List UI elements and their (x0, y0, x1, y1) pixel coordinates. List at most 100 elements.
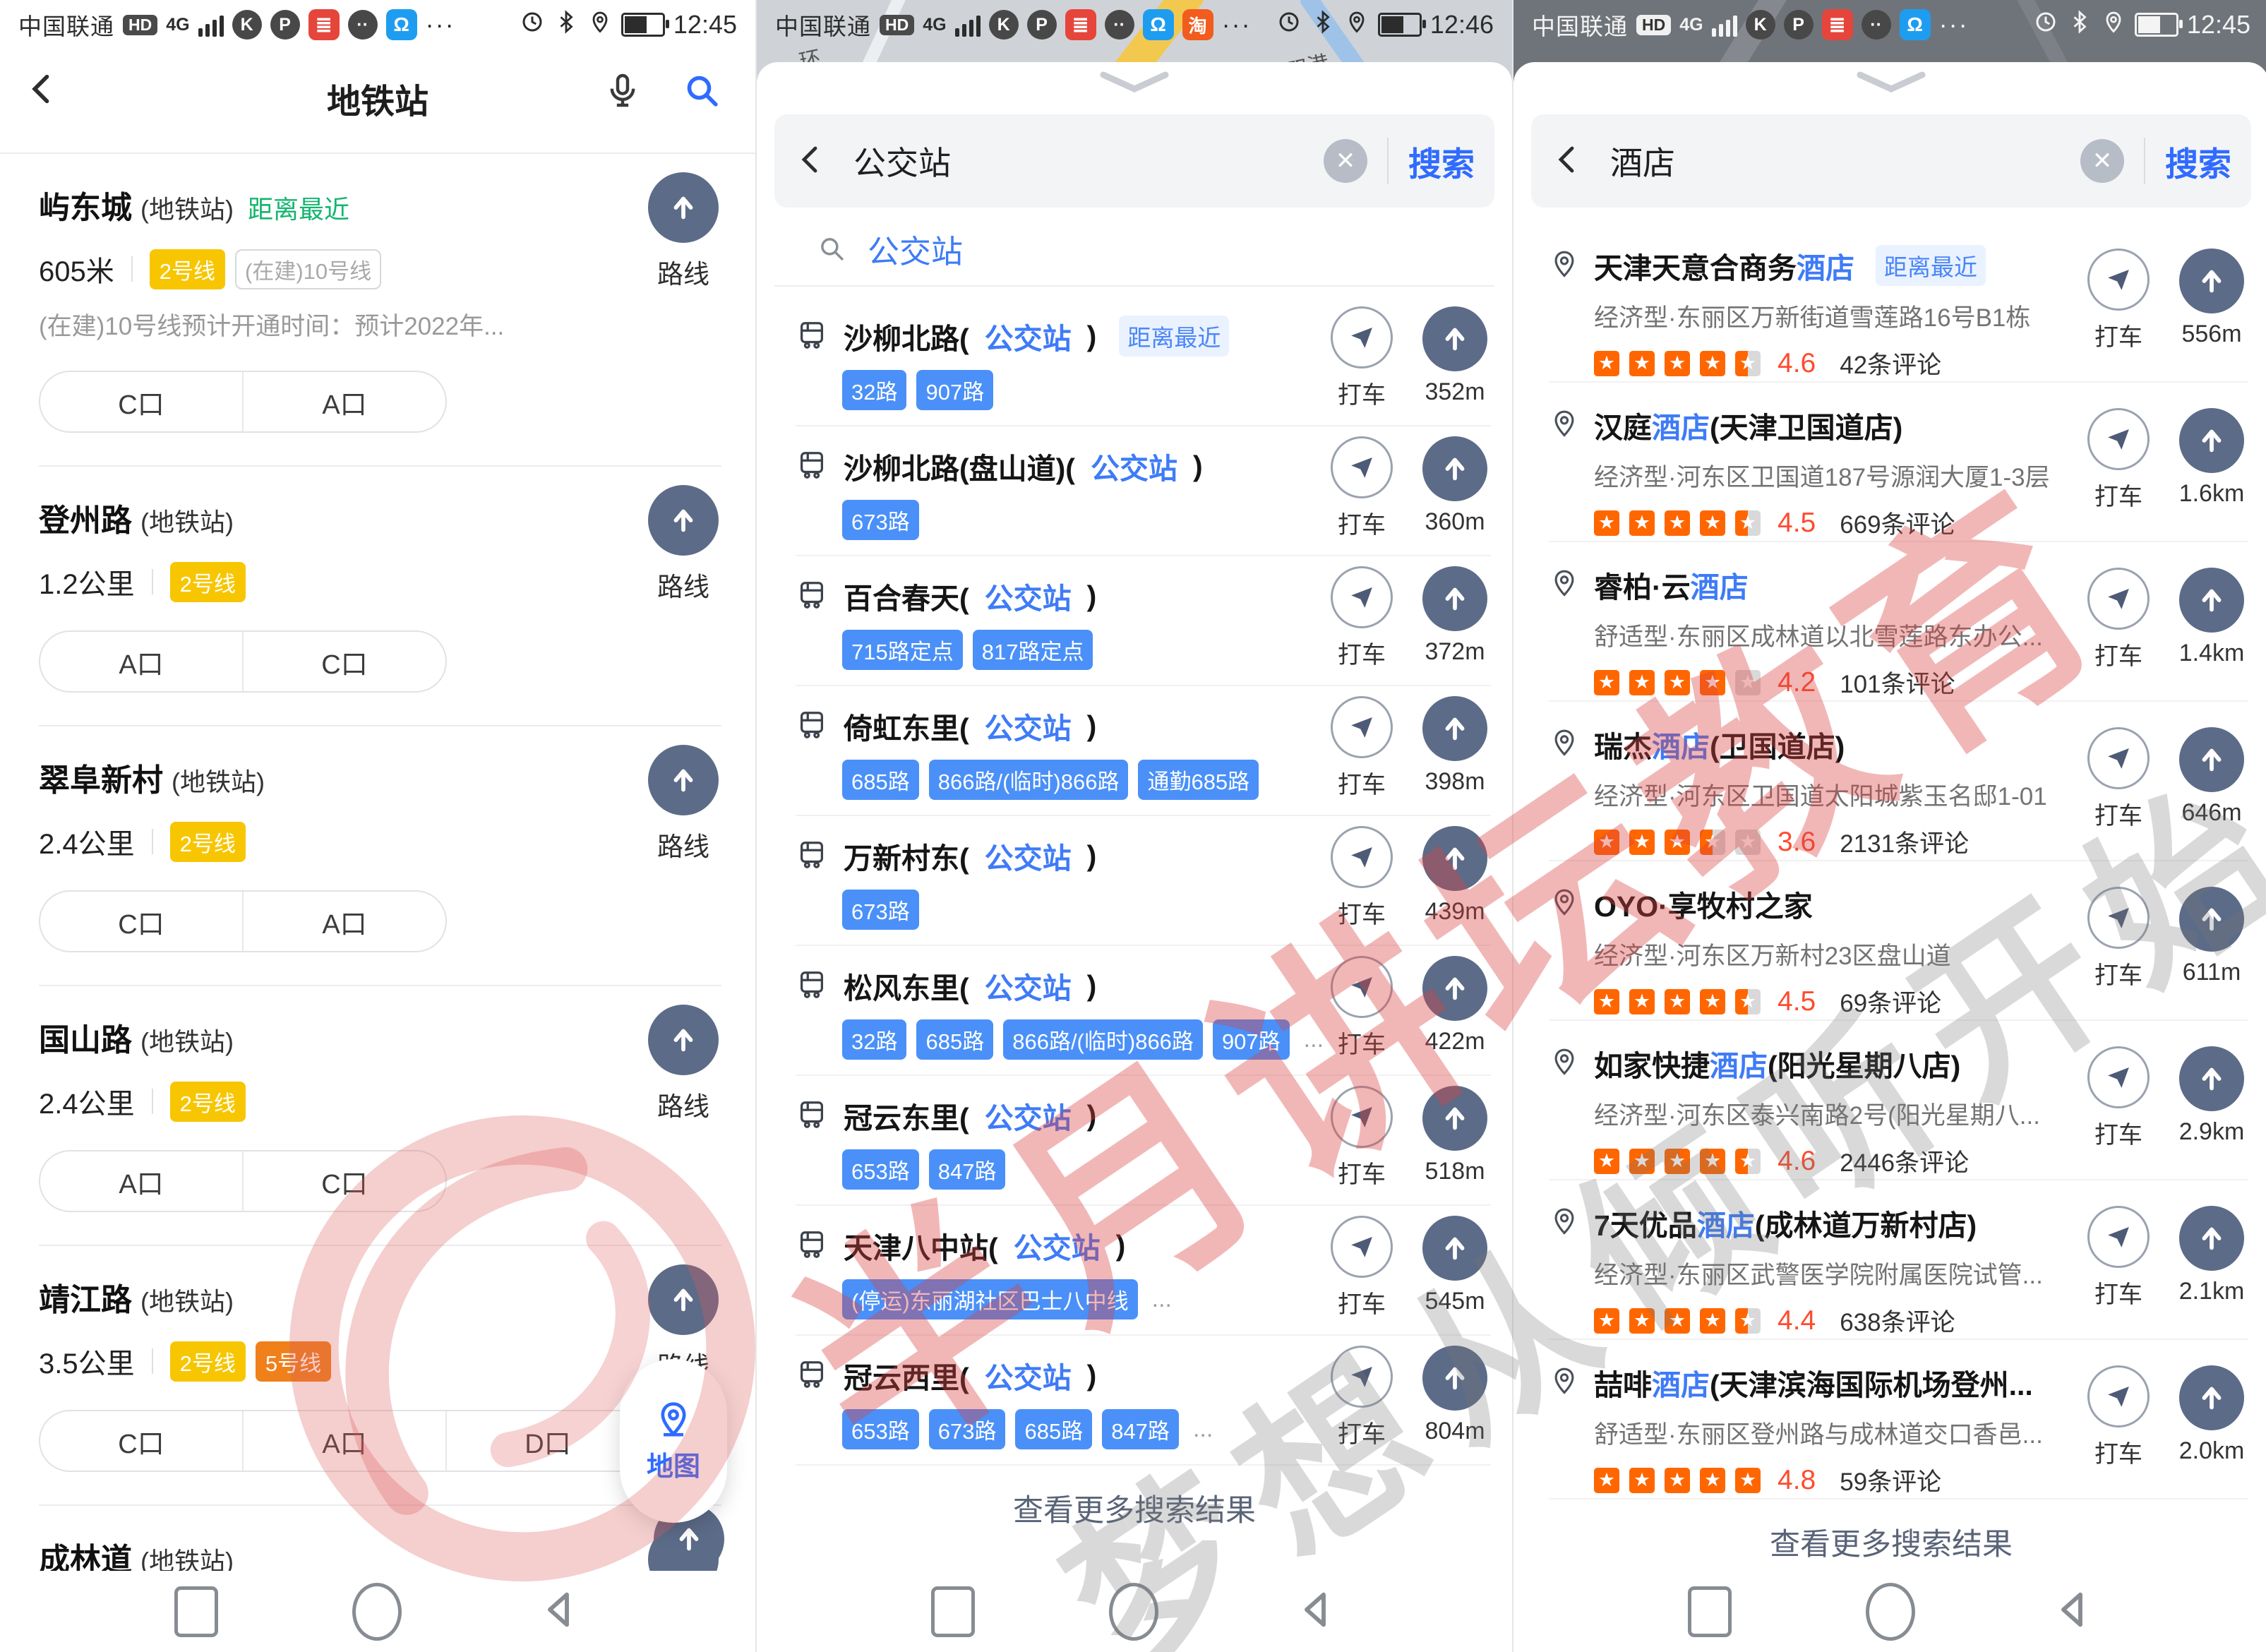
route-button[interactable]: 2.0km (2173, 1365, 2250, 1465)
route-button[interactable]: 422m (1416, 956, 1494, 1055)
exit-button[interactable]: A口 (242, 1411, 445, 1471)
home-button[interactable] (352, 1583, 402, 1641)
taxi-button[interactable]: 打车 (2080, 1206, 2157, 1310)
route-button[interactable]: 439m (1416, 826, 1494, 926)
taxi-button[interactable]: 打车 (2080, 727, 2157, 831)
taxi-button[interactable]: 打车 (2080, 408, 2157, 512)
clear-icon[interactable]: ✕ (1324, 139, 1367, 183)
hotel-list-item[interactable]: 汉庭酒店(天津卫国道店)经济型·河东区卫国道187号源润大厦1-3层★★★★★4… (1549, 383, 2248, 542)
back-nav-button[interactable] (1293, 1587, 1338, 1636)
route-button[interactable]: 611m (2173, 887, 2250, 986)
busstop-list-item[interactable]: 冠云西里(公交站)653路673路685路847路...打车804m (796, 1336, 1491, 1466)
taxi-button[interactable]: 打车 (2080, 568, 2157, 671)
hotel-list-item[interactable]: 喆啡酒店(天津滨海国际机场登州...舒适型·东丽区登州路与成林道交口香邑...★… (1549, 1340, 2248, 1500)
search-box[interactable]: 公交站 ✕ 搜索 (774, 114, 1494, 208)
route-button[interactable]: 518m (1416, 1086, 1494, 1185)
sheet-collapse-handle[interactable] (757, 62, 1512, 97)
bus-route-badge: 847路 (929, 1149, 1006, 1190)
exit-button[interactable]: C口 (242, 1151, 445, 1211)
taxi-button[interactable]: 打车 (1323, 566, 1401, 670)
busstop-list-item[interactable]: 沙柳北路(盘山道)(公交站)673路打车360m (796, 426, 1491, 556)
station-list-item[interactable]: 屿东城(地铁站)距离最近605米2号线(在建)10号线(在建)10号线预计开通时… (39, 154, 721, 467)
exit-button[interactable]: A口 (242, 372, 445, 431)
route-button[interactable]: 2.9km (2173, 1046, 2250, 1146)
exit-button[interactable]: C口 (242, 632, 445, 691)
route-button[interactable]: 路线 (641, 745, 726, 863)
route-button[interactable]: 556m (2173, 249, 2250, 348)
taxi-button[interactable]: 打车 (1323, 956, 1401, 1060)
route-button[interactable]: 1.4km (2173, 568, 2250, 667)
recents-button[interactable] (931, 1586, 975, 1637)
taxi-button[interactable]: 打车 (1323, 1086, 1401, 1190)
taxi-button[interactable]: 打车 (2080, 887, 2157, 990)
recents-button[interactable] (1688, 1586, 1732, 1637)
busstop-list-item[interactable]: 倚虹东里(公交站)685路866路/(临时)866路通勤685路打车398m (796, 686, 1491, 816)
station-list-item[interactable]: 靖江路(地铁站)3.5公里2号线5号线C口A口D口路线 (39, 1246, 721, 1506)
route-button[interactable]: 545m (1416, 1216, 1494, 1315)
station-distance: 3.5公里 (39, 1341, 135, 1382)
route-button[interactable]: 1.6km (2173, 408, 2250, 508)
hotel-list-item[interactable]: 如家快捷酒店(阳光星期八店)经济型·河东区泰兴南路2号(阳光星期八...★★★★… (1549, 1021, 2248, 1180)
taxi-button[interactable]: 打车 (2080, 1046, 2157, 1150)
route-button[interactable]: 804m (1416, 1346, 1494, 1445)
taxi-button[interactable]: 打车 (2080, 1365, 2157, 1469)
exit-button[interactable]: C口 (40, 372, 242, 431)
back-nav-button[interactable] (536, 1587, 581, 1636)
recents-button[interactable] (174, 1586, 218, 1637)
search-suggestion[interactable]: 公交站 (774, 212, 1494, 287)
station-list-item[interactable]: 登州路(地铁站)1.2公里2号线A口C口路线 (39, 467, 721, 726)
search-input[interactable]: 公交站 (853, 138, 1324, 184)
route-button[interactable]: 2.1km (2173, 1206, 2250, 1305)
hotel-list-item[interactable]: 7天优品酒店(成林道万新村店)经济型·东丽区武警医学院附属医院试管...★★★★… (1549, 1180, 2248, 1340)
exit-button[interactable]: A口 (242, 892, 445, 951)
busstop-list-item[interactable]: 百合春天(公交站)715路定点817路定点打车372m (796, 556, 1491, 686)
hotel-list-item[interactable]: 睿柏·云酒店舒适型·东丽区成林道以北雪莲路东办公...★★★★★4.2101条评… (1549, 542, 2248, 702)
station-list-item[interactable]: 翠阜新村(地铁站)2.4公里2号线C口A口路线 (39, 726, 721, 986)
busstop-list-item[interactable]: 万新村东(公交站)673路打车439m (796, 816, 1491, 946)
taxi-button[interactable]: 打车 (1323, 696, 1401, 800)
busstop-list-item[interactable]: 沙柳北路(公交站)距离最近32路907路打车352m (796, 297, 1491, 426)
route-button[interactable]: 398m (1416, 696, 1494, 796)
busstop-list-item[interactable]: 松风东里(公交站)32路685路866路/(临时)866路907路...打车42… (796, 946, 1491, 1076)
exit-button[interactable]: D口 (445, 1411, 649, 1471)
clear-icon[interactable]: ✕ (2080, 139, 2124, 183)
taxi-button[interactable]: 打车 (1323, 436, 1401, 540)
sheet-collapse-handle[interactable] (1513, 62, 2266, 97)
back-nav-button[interactable] (2049, 1587, 2094, 1636)
home-button[interactable] (1866, 1583, 1915, 1641)
route-button[interactable]: 646m (2173, 727, 2250, 827)
search-box[interactable]: 酒店 ✕ 搜索 (1531, 114, 2251, 208)
route-button[interactable]: 路线 (641, 1005, 726, 1123)
route-button[interactable]: 路线 (641, 485, 726, 604)
taxi-button[interactable]: 打车 (1323, 826, 1401, 930)
more-results-link[interactable]: 查看更多搜索结果 (757, 1466, 1512, 1550)
route-button[interactable]: 372m (1416, 566, 1494, 666)
exit-button[interactable]: A口 (40, 632, 242, 691)
busstop-list-item[interactable]: 冠云东里(公交站)653路847路打车518m (796, 1076, 1491, 1206)
hotel-name-suffix: (天津卫国道店) (1710, 412, 1902, 444)
hotel-list-item[interactable]: OYO·享牧村之家经济型·河东区万新村23区盘山道★★★★★4.569条评论打车… (1549, 861, 2248, 1021)
map-view-button[interactable]: 地图 (620, 1359, 727, 1523)
taxi-button[interactable]: 打车 (1323, 1216, 1401, 1319)
mic-icon[interactable] (603, 71, 642, 114)
back-icon[interactable] (794, 143, 828, 180)
route-button[interactable]: 352m (1416, 306, 1494, 406)
route-button[interactable]: 路线 (641, 172, 726, 291)
search-button[interactable]: 搜索 (2165, 137, 2231, 186)
hotel-list-item[interactable]: 天津天意合商务酒店距离最近经济型·东丽区万新街道雪莲路16号B1栋★★★★★4.… (1549, 223, 2248, 383)
home-button[interactable] (1109, 1583, 1158, 1641)
taxi-button[interactable]: 打车 (2080, 249, 2157, 352)
search-input[interactable]: 酒店 (1610, 138, 2080, 184)
exit-button[interactable]: C口 (40, 1411, 242, 1471)
route-button[interactable]: 360m (1416, 436, 1494, 536)
taxi-button[interactable]: 打车 (1323, 306, 1401, 410)
busstop-list-item[interactable]: 天津八中站(公交站)(停运)东丽湖社区巴士八中线...打车545m (796, 1206, 1491, 1336)
search-button[interactable]: 搜索 (1408, 137, 1475, 186)
search-icon[interactable] (682, 71, 721, 114)
station-list-item[interactable]: 国山路(地铁站)2.4公里2号线A口C口路线 (39, 986, 721, 1246)
back-icon[interactable] (1551, 143, 1585, 180)
exit-button[interactable]: A口 (40, 1151, 242, 1211)
exit-button[interactable]: C口 (40, 892, 242, 951)
taxi-button[interactable]: 打车 (1323, 1346, 1401, 1449)
hotel-list-item[interactable]: 瑞杰酒店(卫国道店)经济型·河东区卫国道太阳城紫玉名邸1-01★★★★★3.62… (1549, 702, 2248, 861)
